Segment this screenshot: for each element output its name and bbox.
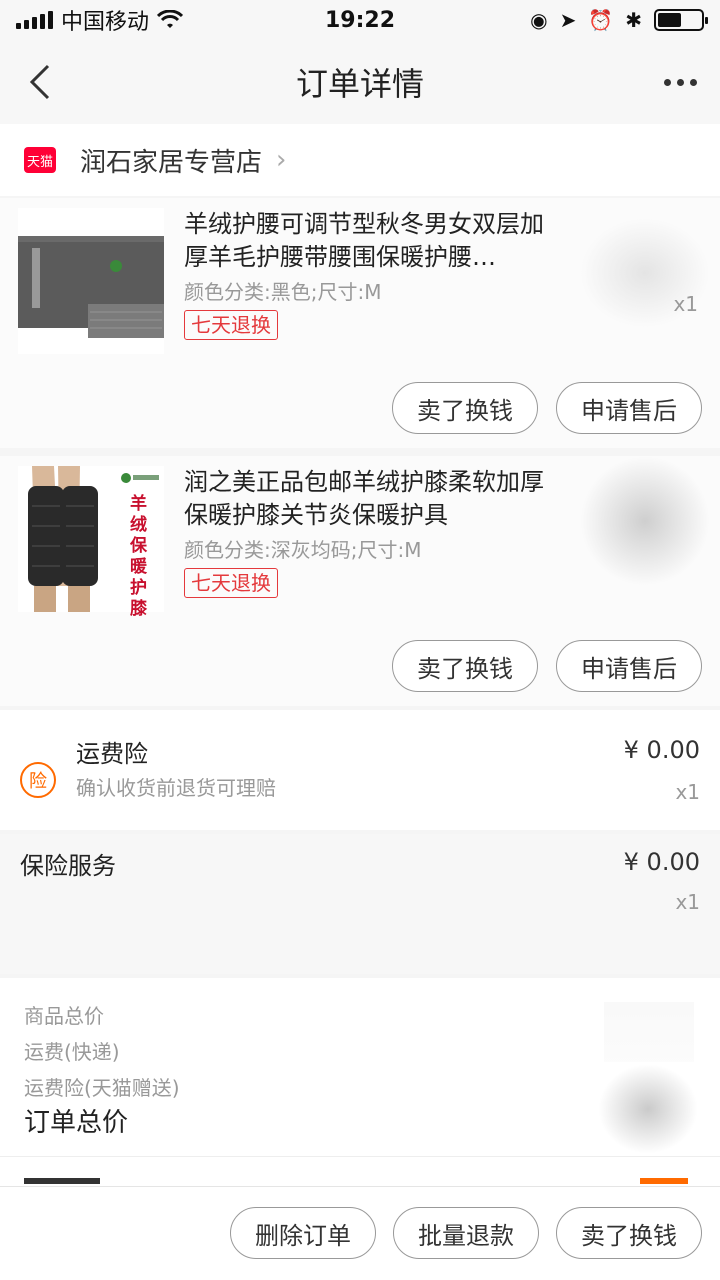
freight-insurance-qty: x1 [675, 780, 700, 804]
store-name: 润石家居专营店 [80, 147, 263, 178]
product-image[interactable] [18, 208, 164, 354]
after-sale-button[interactable]: 申请售后 [556, 640, 702, 692]
freight-insurance-desc: 确认收货前退货可理赔 [76, 776, 276, 800]
order-item: 羊绒保暖护膝 润之美正品包邮羊绒护膝柔软加厚保暖护膝关节炎保暖护具 颜色分类:深… [0, 456, 720, 706]
price-summary: 商品总价 运费(快递) 运费险(天猫赠送) 订单总价 [0, 978, 720, 1198]
freight-insurance-label: 运费险(天猫赠送) [24, 1076, 180, 1100]
bottom-action-bar: 删除订单 批量退款 卖了换钱 [0, 1186, 720, 1280]
nav-bar: 订单详情 [0, 40, 720, 124]
more-button[interactable] [660, 62, 700, 102]
partial-row-label [24, 1178, 100, 1184]
page-title: 订单详情 [295, 65, 424, 103]
chevron-right-icon: › [276, 145, 287, 175]
status-bar: 中国移动 19:22 ◉ ➤ ⏰ ✱ [0, 0, 720, 40]
product-title[interactable]: 润之美正品包邮羊绒护膝柔软加厚保暖护膝关节炎保暖护具 [184, 466, 554, 532]
freight-insurance-price: ¥ 0.00 [623, 736, 700, 764]
tmall-icon: 天猫 [24, 147, 56, 173]
insurance-service-row: 保险服务 ¥ 0.00 x1 [0, 834, 720, 974]
resell-button[interactable]: 卖了换钱 [392, 382, 538, 434]
batch-refund-button[interactable]: 批量退款 [393, 1207, 539, 1259]
carrier-name: 中国移动 [61, 10, 150, 35]
insurance-service-price: ¥ 0.00 [623, 848, 700, 876]
product-image[interactable]: 羊绒保暖护膝 [18, 466, 164, 619]
divider [0, 1156, 720, 1157]
redaction-smudge [598, 1064, 698, 1154]
product-spec: 颜色分类:深灰均码;尺寸:M [184, 538, 422, 562]
rotation-lock-icon: ◉ [530, 8, 548, 32]
partial-row-value [640, 1178, 688, 1184]
battery-icon [654, 9, 708, 31]
goods-total-label: 商品总价 [24, 1004, 104, 1028]
wifi-icon [157, 10, 184, 28]
redacted-values [604, 1002, 694, 1062]
return-policy-badge: 七天退换 [184, 310, 278, 340]
resell-button[interactable]: 卖了换钱 [556, 1207, 702, 1259]
return-policy-badge: 七天退换 [184, 568, 278, 598]
freight-insurance-row: 险 运费险 确认收货前退货可理赔 ¥ 0.00 x1 [0, 710, 720, 830]
location-icon: ➤ [559, 8, 577, 32]
product-quantity: x1 [673, 292, 698, 316]
product-image-text: 羊绒保暖护膝 [130, 494, 147, 619]
after-sale-button[interactable]: 申请售后 [556, 382, 702, 434]
resell-button[interactable]: 卖了换钱 [392, 640, 538, 692]
bluetooth-icon: ✱ [625, 8, 642, 32]
order-item: 羊绒护腰可调节型秋冬男女双层加厚羊毛护腰带腰围保暖护腰… 颜色分类:黑色;尺寸:… [0, 198, 720, 448]
redaction-smudge [580, 456, 710, 586]
chevron-left-icon [29, 64, 50, 100]
product-spec: 颜色分类:黑色;尺寸:M [184, 280, 382, 304]
insurance-service-title: 保险服务 [20, 852, 116, 880]
signal-icon [16, 11, 53, 29]
alarm-icon: ⏰ [588, 8, 614, 32]
store-row[interactable]: 天猫 润石家居专营店 › [0, 124, 720, 196]
back-button[interactable] [0, 40, 80, 124]
shipping-label: 运费(快递) [24, 1040, 120, 1064]
insurance-service-qty: x1 [675, 890, 700, 914]
insurance-icon: 险 [20, 762, 56, 798]
product-title[interactable]: 羊绒护腰可调节型秋冬男女双层加厚羊毛护腰带腰围保暖护腰… [184, 208, 554, 274]
order-total-label: 订单总价 [24, 1108, 129, 1138]
delete-order-button[interactable]: 删除订单 [230, 1207, 376, 1259]
freight-insurance-title: 运费险 [76, 740, 148, 768]
